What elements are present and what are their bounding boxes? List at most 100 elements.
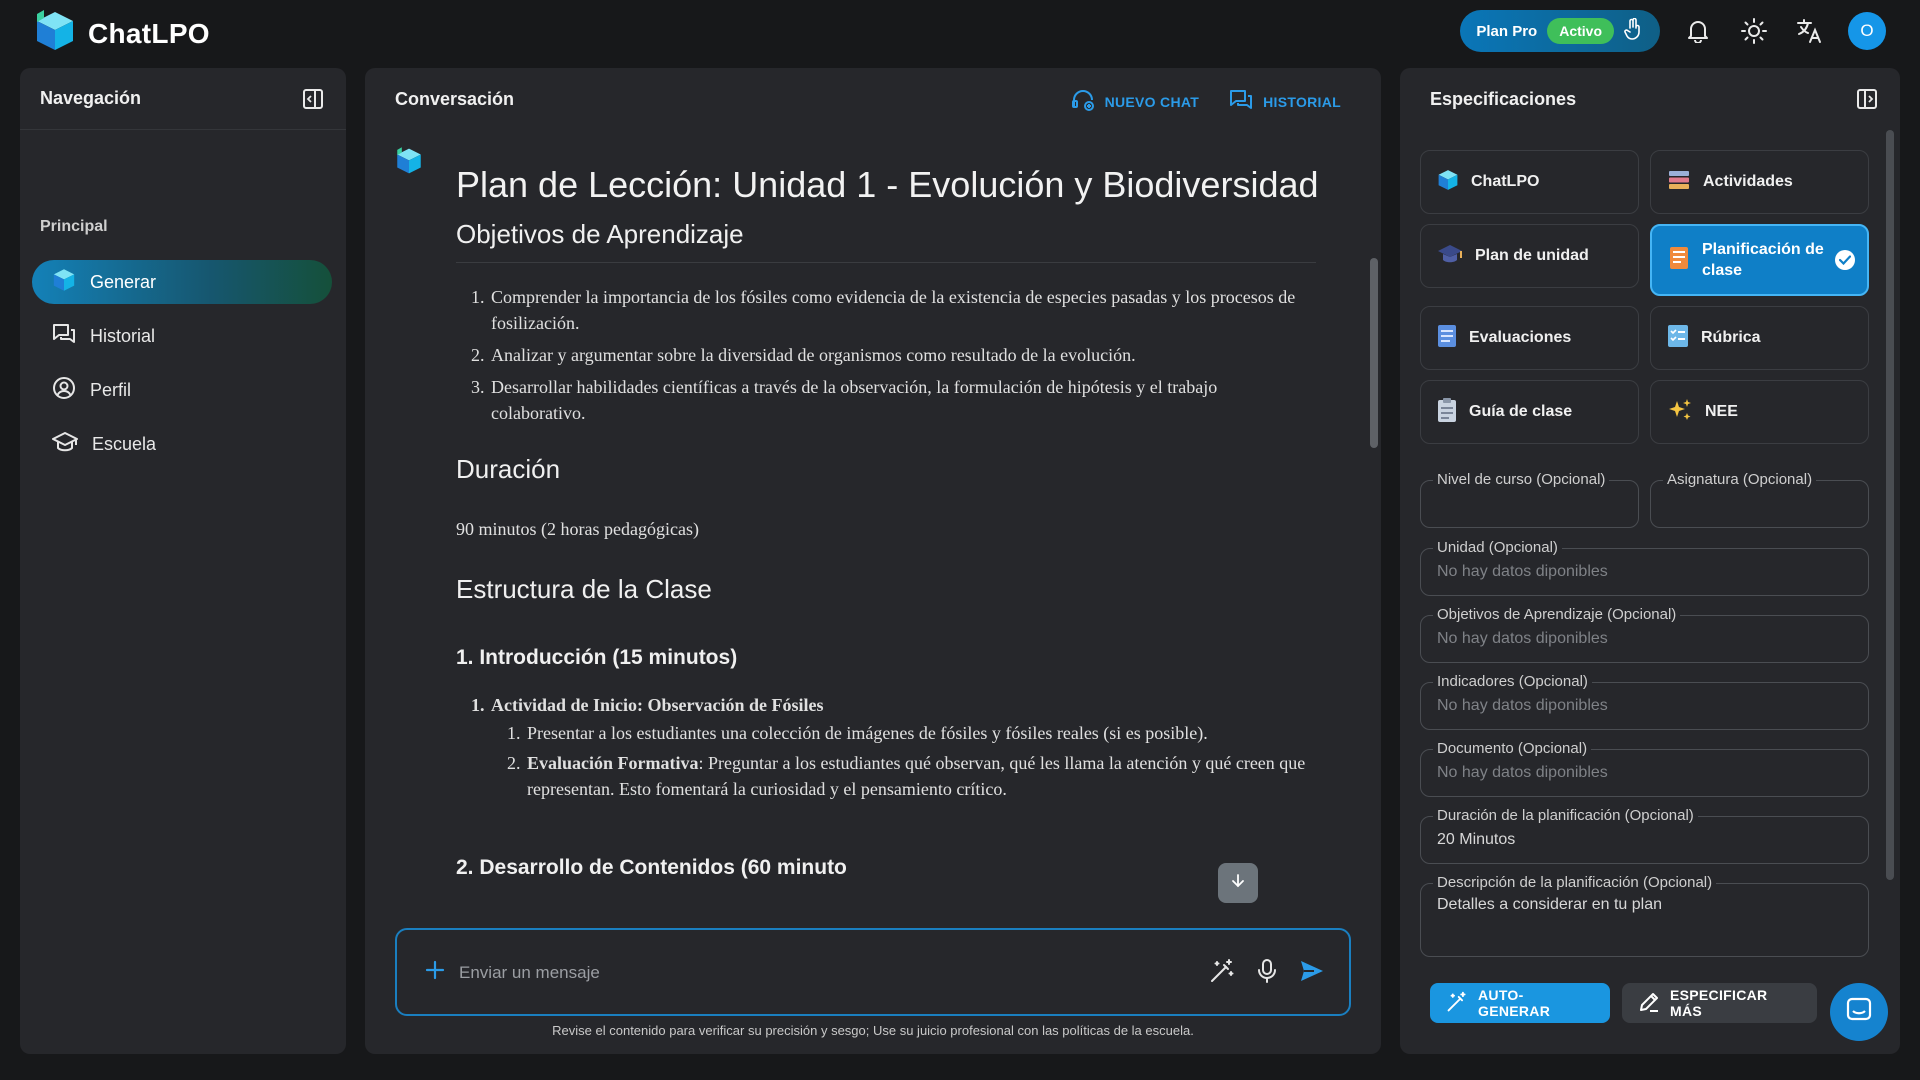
spec-card-label: Evaluaciones <box>1469 329 1572 346</box>
sidebar-item-perfil[interactable]: Perfil <box>32 368 332 412</box>
arrow-down-icon <box>1231 873 1245 894</box>
nivel-de-curso-field[interactable]: Nivel de curso (Opcional) <box>1420 471 1639 528</box>
field-label: Nivel de curso (Opcional) <box>1433 471 1610 488</box>
duracion-field[interactable]: Duración de la planificación (Opcional) … <box>1420 807 1869 864</box>
scroll-down-button[interactable] <box>1218 863 1258 903</box>
history-label: HISTORIAL <box>1263 93 1341 110</box>
message-composer <box>395 928 1351 1016</box>
specifications-panel: Especificaciones ChatLPO Actividades Pla… <box>1400 68 1900 1054</box>
spec-card-label: Rúbrica <box>1701 329 1761 346</box>
graduation-cap-icon <box>52 431 78 458</box>
navigation-panel: Navegación Principal Generar Historial P… <box>20 68 346 1054</box>
stack-icon <box>1667 169 1691 196</box>
divider <box>456 262 1316 263</box>
auto-generate-button[interactable]: AUTO-GENERAR <box>1430 983 1610 1023</box>
chat-history-icon <box>52 323 76 350</box>
field-label: Descripción de la planificación (Opciona… <box>1433 874 1717 891</box>
panel-collapse-icon[interactable] <box>1856 88 1878 110</box>
user-avatar[interactable]: O <box>1848 12 1886 50</box>
pencil-icon <box>1638 991 1660 1016</box>
spec-card-plan-de-unidad[interactable]: Plan de unidad <box>1420 224 1639 288</box>
magic-wand-icon[interactable] <box>1209 958 1235 989</box>
chat-history-icon <box>1229 89 1253 114</box>
spec-card-label: ChatLPO <box>1471 173 1540 190</box>
magic-wand-icon <box>1446 991 1468 1016</box>
microphone-icon[interactable] <box>1257 958 1277 989</box>
spec-card-nee[interactable]: NEE <box>1650 380 1869 444</box>
field-value: No hay datos diponibles <box>1437 630 1608 647</box>
spec-scrollbar[interactable] <box>1886 130 1894 880</box>
objectives-heading: Objetivos de Aprendizaje <box>456 219 744 249</box>
spec-card-label: Planificación de clase <box>1702 241 1824 279</box>
spec-card-evaluaciones[interactable]: Evaluaciones <box>1420 306 1639 370</box>
sidebar-item-historial[interactable]: Historial <box>32 314 332 358</box>
asignatura-field[interactable]: Asignatura (Opcional) <box>1650 471 1869 528</box>
checklist-icon <box>1667 324 1689 353</box>
chat-scrollbar[interactable] <box>1370 258 1378 448</box>
sidebar-item-label: Generar <box>90 271 157 292</box>
spec-card-rubrica[interactable]: Rúbrica <box>1650 306 1869 370</box>
specifications-title: Especificaciones <box>1430 88 1577 109</box>
spec-card-actividades[interactable]: Actividades <box>1650 150 1869 214</box>
sidebar-item-escuela[interactable]: Escuela <box>32 422 332 466</box>
sparkles-icon <box>1667 397 1693 428</box>
send-icon[interactable] <box>1299 959 1325 988</box>
navigation-header: Navegación <box>20 68 346 130</box>
check-icon <box>1835 250 1855 270</box>
field-label: Objetivos de Aprendizaje (Opcional) <box>1433 606 1681 623</box>
indicadores-field[interactable]: Indicadores (Opcional) No hay datos dipo… <box>1420 673 1869 730</box>
lesson-plan-document: Plan de Lección: Unidad 1 - Evolución y … <box>456 164 1326 899</box>
spec-card-planificacion-de-clase[interactable]: Planificación de clase <box>1650 224 1869 296</box>
list-item: 3. Desarrollar habilidades científicas a… <box>471 377 1218 423</box>
field-label: Duración de la planificación (Opcional) <box>1433 807 1698 824</box>
unidad-field[interactable]: Unidad (Opcional) No hay datos diponible… <box>1420 539 1869 596</box>
duration-heading: Duración <box>456 454 561 484</box>
sun-theme-icon[interactable] <box>1736 13 1772 49</box>
app-name: ChatLPO <box>88 17 210 49</box>
field-value: No hay datos diponibles <box>1437 563 1608 580</box>
list-item: 1. Comprender la importancia de los fósi… <box>471 287 1296 333</box>
brand[interactable]: ChatLPO <box>34 8 210 59</box>
development-heading: 2. Desarrollo de Contenidos (60 minuto <box>456 856 847 879</box>
sidebar-item-generar[interactable]: Generar <box>32 260 332 304</box>
chat-title: Conversación <box>395 88 515 109</box>
sidebar-item-label: Escuela <box>92 433 157 454</box>
sidebar-collapse-icon[interactable] <box>302 88 324 110</box>
document-title: Plan de Lección: Unidad 1 - Evolución y … <box>456 164 1319 205</box>
history-button[interactable]: HISTORIAL <box>1229 88 1341 115</box>
specify-more-label: ESPECIFICAR MÁS <box>1670 987 1768 1019</box>
plan-label: Plan Pro <box>1476 22 1538 40</box>
message-input[interactable] <box>459 956 1159 990</box>
navigation-title: Navegación <box>40 88 142 108</box>
spec-card-guia-de-clase[interactable]: Guía de clase <box>1420 380 1639 444</box>
plan-active-badge: Activo <box>1547 18 1614 44</box>
documento-field[interactable]: Documento (Opcional) No hay datos diponi… <box>1420 740 1869 797</box>
clipboard-icon <box>1437 397 1457 428</box>
field-label: Unidad (Opcional) <box>1433 539 1562 556</box>
translate-icon[interactable] <box>1792 13 1828 49</box>
cube-logo-icon <box>34 8 76 59</box>
user-circle-icon <box>52 376 76 405</box>
chat-bubble-icon <box>1845 996 1873 1029</box>
objetivos-field[interactable]: Objetivos de Aprendizaje (Opcional) No h… <box>1420 606 1869 663</box>
structure-heading: Estructura de la Clase <box>456 574 712 604</box>
spec-card-label: Guía de clase <box>1469 403 1573 420</box>
spec-card-chatlpo[interactable]: ChatLPO <box>1420 150 1639 214</box>
add-attachment-icon[interactable] <box>425 960 445 985</box>
list-item: 2. Analizar y argumentar sobre la divers… <box>471 345 1136 365</box>
plan-status-pill[interactable]: Plan Pro Activo <box>1460 10 1660 52</box>
specify-more-button[interactable]: ESPECIFICAR MÁS <box>1622 983 1817 1023</box>
field-label: Documento (Opcional) <box>1433 740 1592 757</box>
auto-generate-label: AUTO-GENERAR <box>1478 987 1551 1019</box>
bell-icon[interactable] <box>1680 13 1716 49</box>
field-value: No hay datos diponibles <box>1437 764 1608 781</box>
support-chat-button[interactable] <box>1830 983 1888 1041</box>
descripcion-field[interactable]: Descripción de la planificación (Opciona… <box>1420 874 1869 957</box>
document-icon <box>1437 324 1457 353</box>
hand-icon <box>1624 17 1642 44</box>
spec-card-label: Plan de unidad <box>1475 247 1589 264</box>
sidebar-item-label: Historial <box>90 325 156 346</box>
new-chat-button[interactable]: NUEVO CHAT <box>1071 88 1200 115</box>
spec-card-label: Actividades <box>1703 173 1793 190</box>
objectives-list: 1. Comprender la importancia de los fósi… <box>471 284 1301 426</box>
